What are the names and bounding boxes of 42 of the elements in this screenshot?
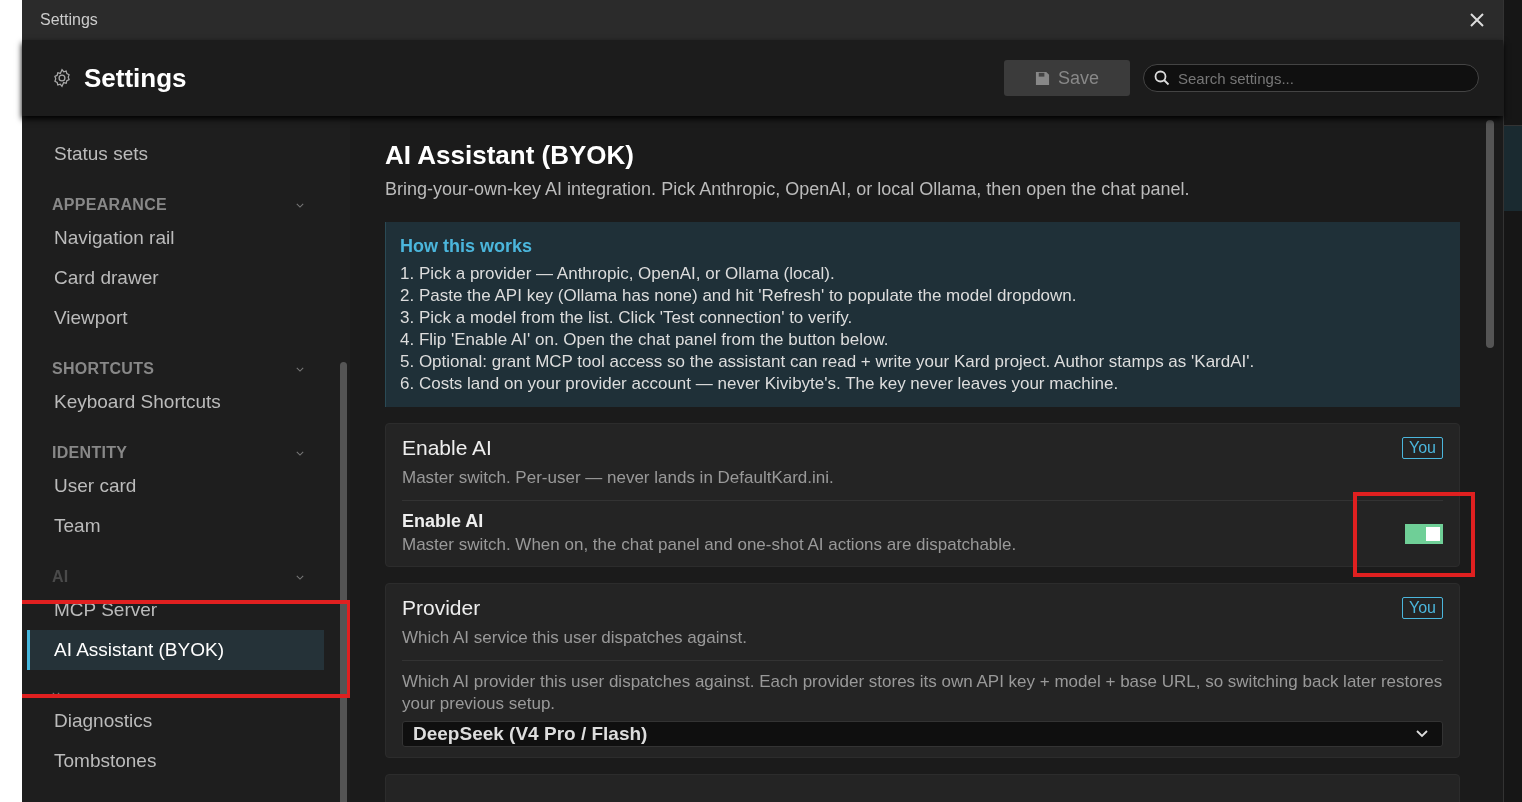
floppy-icon xyxy=(1035,70,1050,86)
settings-icon xyxy=(52,68,72,88)
info-line: 4. Flip 'Enable AI' on. Open the chat panel from the button below. xyxy=(400,329,890,351)
section-title: AI Assistant (BYOK) xyxy=(385,140,635,171)
nav-item[interactable]: Keyboard Shortcuts xyxy=(27,382,324,422)
info-line: 3. Pick a model from the list. Click 'Test connection' to verify. xyxy=(400,307,854,329)
card-title: Provider xyxy=(402,596,481,620)
nav-item[interactable]: Viewport xyxy=(27,298,324,338)
search-field[interactable]: Search settings... xyxy=(1143,64,1479,92)
setting-description: Master switch. When on, the chat panel and one-shot AI actions are dispatchable. xyxy=(402,534,1018,556)
scrollbar-thumb[interactable] xyxy=(1486,120,1494,348)
info-title: How this works xyxy=(400,236,534,257)
nav-item[interactable]: AI Assistant (BYOK) xyxy=(27,630,324,670)
nav-item[interactable]: Navigation rail xyxy=(27,218,324,258)
page-title: Settings xyxy=(84,62,187,94)
section-subtitle: Bring-your-own-key AI integration. Pick Anthropic, OpenAI, or local Ollama, then open the chat panel. xyxy=(385,179,1191,200)
info-line: 6. Costs land on your provider account — never Kivibyte's. The key never leaves your machine. xyxy=(400,373,1120,395)
info-line: 1. Pick a provider — Anthropic, OpenAI, or Ollama (local). xyxy=(400,263,836,285)
nav-item[interactable]: Diagnostics xyxy=(27,701,324,741)
card-description: Which AI service this user dispatches against. xyxy=(402,628,1443,661)
toggle-switch[interactable] xyxy=(1405,523,1443,544)
search-icon xyxy=(1154,70,1170,86)
scope-badge: You xyxy=(1402,597,1443,619)
section-heading: APPEARANCE xyxy=(52,196,167,214)
setting-description: Which AI provider this user dispatches against. Each provider stores its own API key + model + base URL, so switching back later restores your previous setup. xyxy=(402,671,1443,715)
nav-item[interactable]: Team xyxy=(27,506,324,546)
setting-label: Enable AI xyxy=(402,511,485,532)
scope-badge: You xyxy=(1402,437,1443,459)
nav-item[interactable]: Status sets xyxy=(27,134,324,174)
nav-item[interactable]: Tombstones xyxy=(27,741,324,781)
window-title: Settings xyxy=(40,11,98,29)
scrollbar-thumb[interactable] xyxy=(340,362,347,802)
nav-item[interactable]: User card xyxy=(27,466,324,506)
card-description: Master switch. Per-user — never lands in DefaultKard.ini. xyxy=(402,468,1443,501)
close-icon[interactable] xyxy=(1469,12,1485,28)
info-line: 5. Optional: grant MCP tool access so the assistant can read + write your Kard project. Author stamps as 'KardAI'. xyxy=(400,351,1256,373)
section-heading: SHORTCUTS xyxy=(52,360,155,378)
info-line: 2. Paste the API key (Ollama has none) and hit 'Refresh' to populate the model dropdown. xyxy=(400,285,1078,307)
card-title: Enable AI xyxy=(402,436,492,460)
provider-dropdown[interactable]: DeepSeek (V4 Pro / Flash) xyxy=(402,721,1443,747)
nav-item[interactable]: Card drawer xyxy=(27,258,324,298)
section-heading: IDENTITY xyxy=(52,444,128,462)
